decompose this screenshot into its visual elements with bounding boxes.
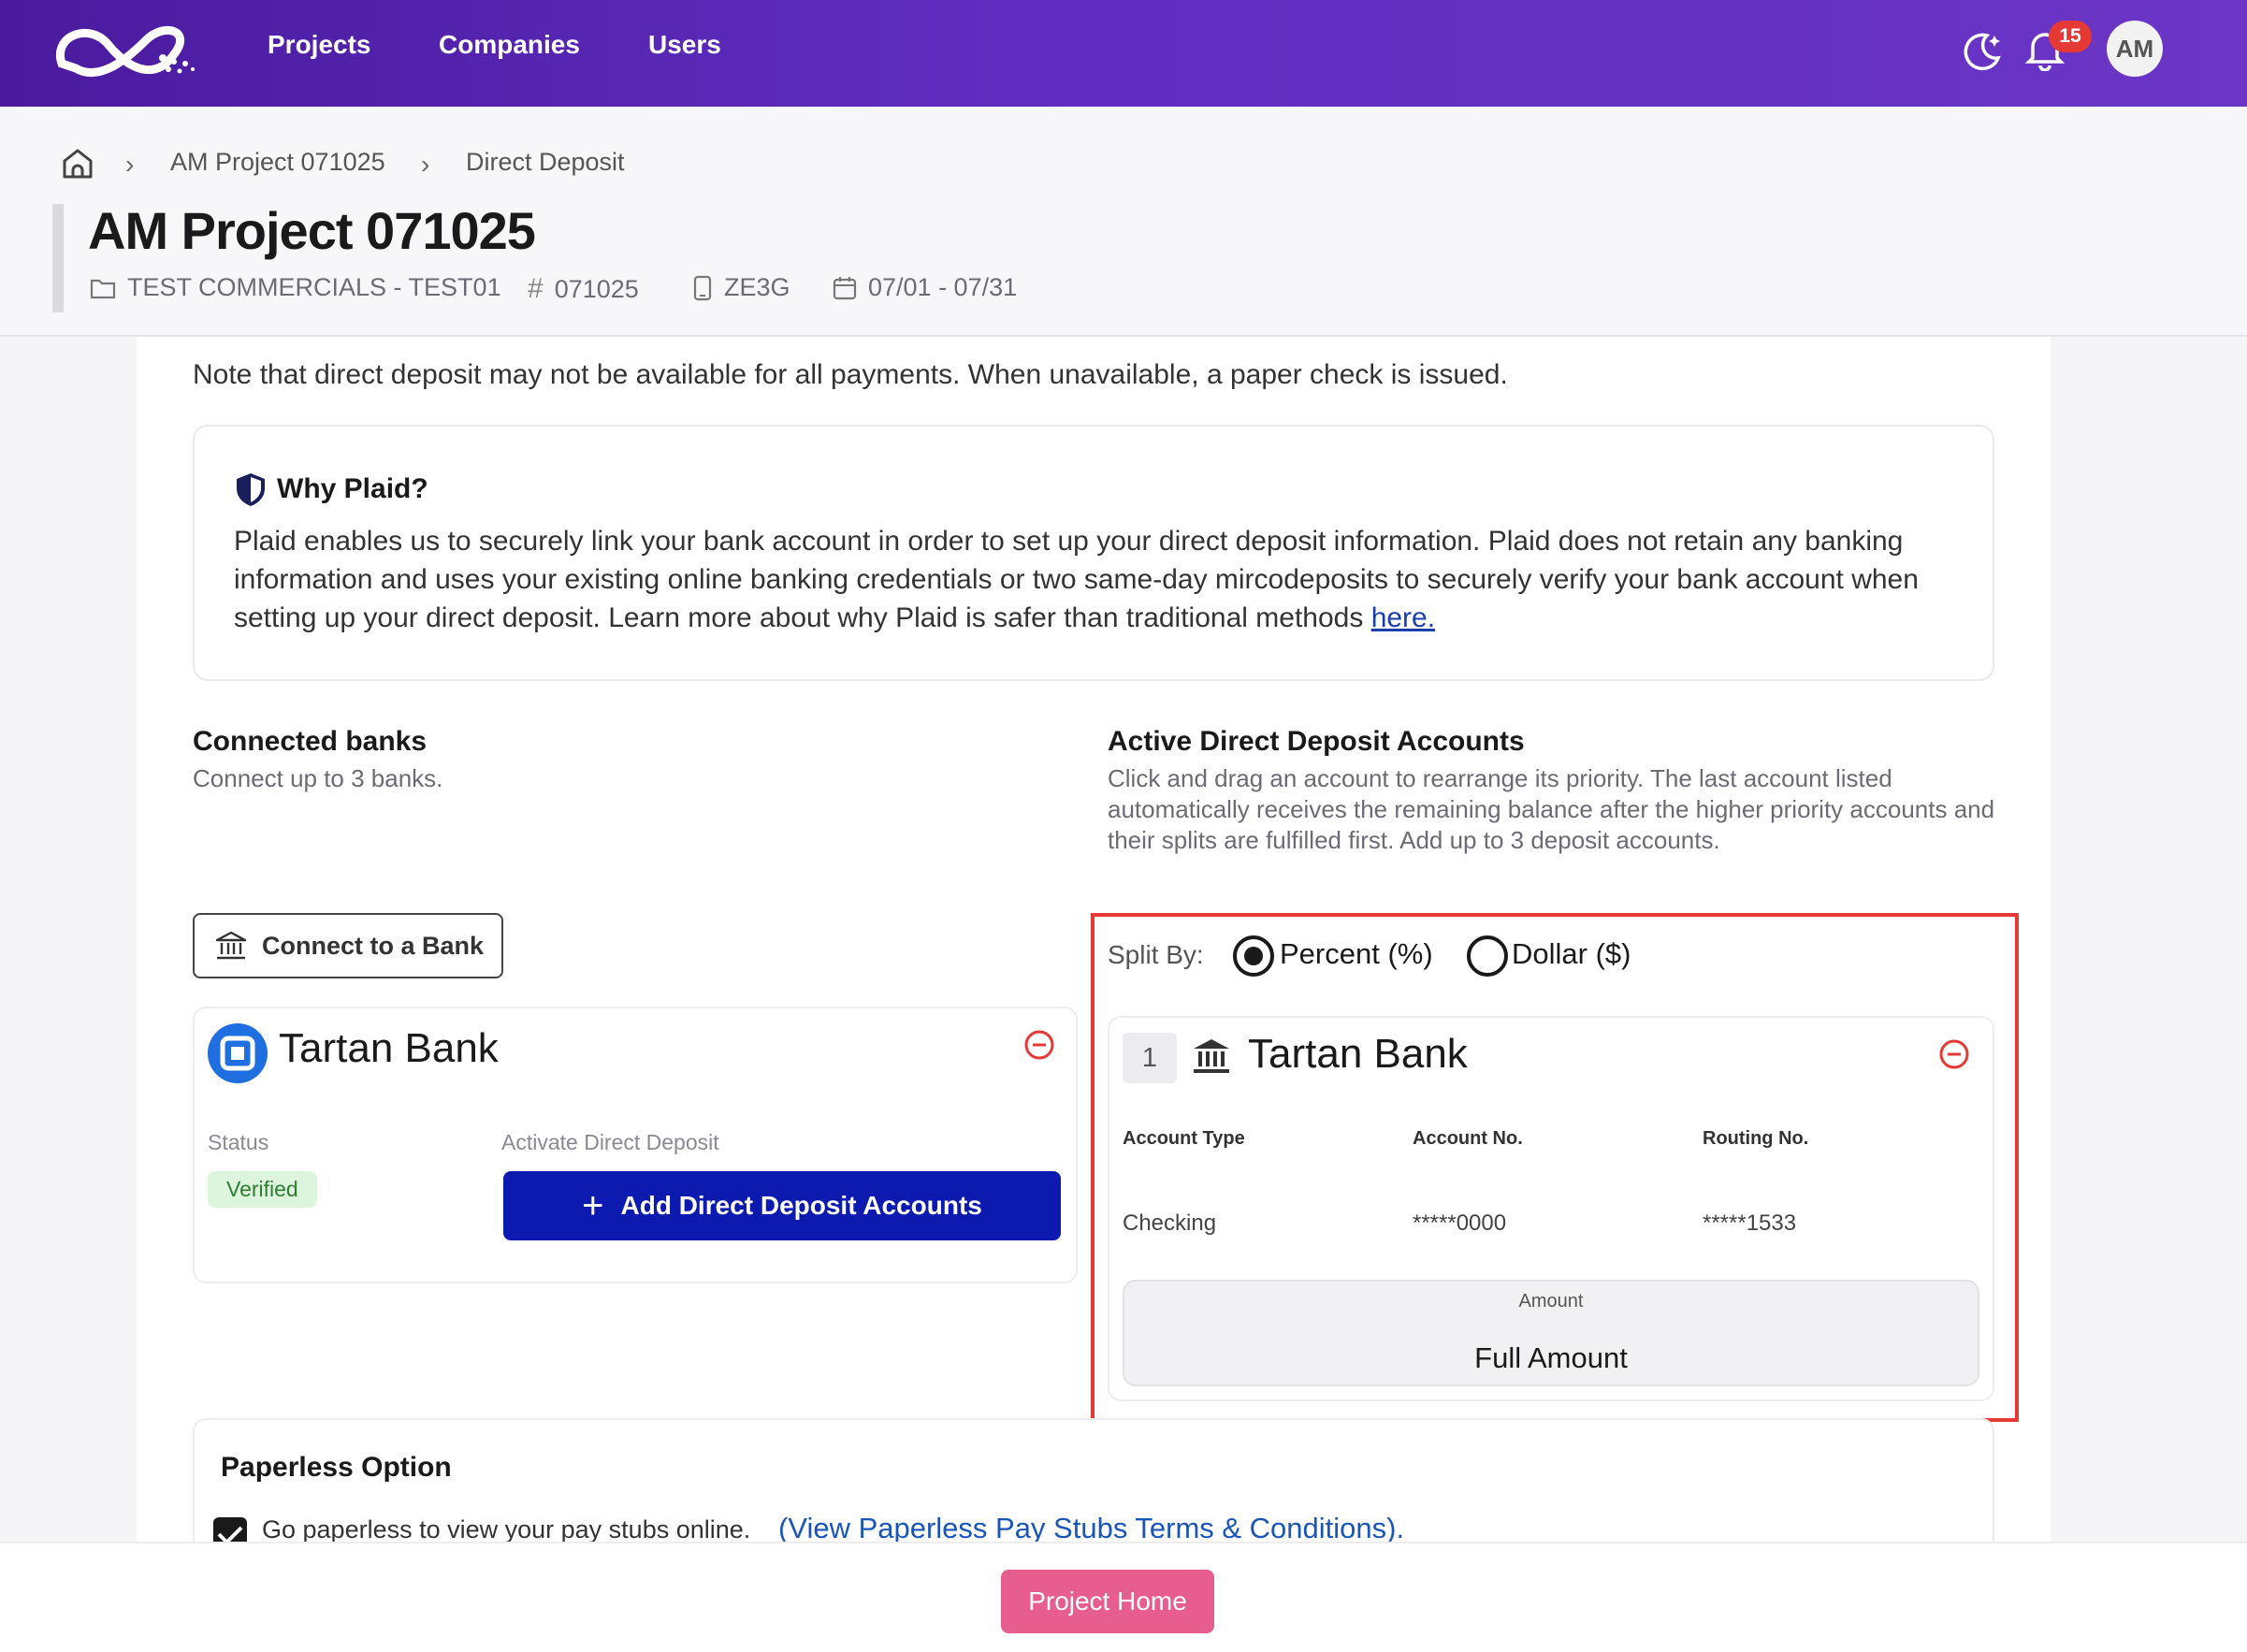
connect-bank-label: Connect to a Bank xyxy=(262,931,485,960)
remove-circle-icon[interactable] xyxy=(1023,1029,1055,1061)
add-direct-deposit-button[interactable]: + Add Direct Deposit Accounts xyxy=(503,1171,1061,1240)
connected-banks-title: Connected banks xyxy=(193,726,428,757)
why-plaid-text: Plaid enables us to securely link your b… xyxy=(234,522,1974,637)
breadcrumb-project[interactable]: AM Project 071025 xyxy=(170,148,385,177)
connected-banks-subtitle: Connect up to 3 banks. xyxy=(193,764,443,792)
deposit-bank-name: Tartan Bank xyxy=(1248,1031,1468,1077)
calendar-icon xyxy=(833,276,857,299)
title-accent-bar xyxy=(52,204,64,312)
breadcrumb-current: Direct Deposit xyxy=(466,148,625,176)
meta-code: ZE3G xyxy=(692,273,790,302)
avatar[interactable]: AM xyxy=(2107,21,2163,77)
moon-icon[interactable] xyxy=(1959,28,2004,73)
active-accounts-title: Active Direct Deposit Accounts xyxy=(1108,726,1525,757)
paperless-terms-link[interactable]: (View Paperless Pay Stubs Terms & Condit… xyxy=(778,1512,1404,1545)
company-logo[interactable] xyxy=(52,17,202,86)
paperless-title: Paperless Option xyxy=(221,1452,452,1483)
project-home-button[interactable]: Project Home xyxy=(1001,1570,1214,1633)
status-label: Status xyxy=(208,1130,269,1154)
why-plaid-body: Plaid enables us to securely link your b… xyxy=(234,526,1919,633)
bank-icon xyxy=(215,931,247,960)
meta-number: # 071025 xyxy=(528,273,639,305)
meta-company-text: TEST COMMERCIALS - TEST01 xyxy=(127,273,501,301)
status-badge: Verified xyxy=(208,1171,317,1208)
hash-icon: # xyxy=(528,273,544,304)
header-account-no: Account No. xyxy=(1413,1128,1523,1149)
bank-icon xyxy=(1194,1039,1229,1073)
meta-dates: 07/01 - 07/31 xyxy=(833,273,1017,302)
meta-dates-text: 07/01 - 07/31 xyxy=(868,273,1018,301)
why-plaid-link[interactable]: here. xyxy=(1371,602,1435,633)
folder-icon xyxy=(90,279,116,298)
priority-number: 1 xyxy=(1123,1033,1177,1083)
remove-circle-icon[interactable] xyxy=(1938,1038,1970,1070)
meta-company: TEST COMMERCIALS - TEST01 xyxy=(90,273,501,302)
meta-code-text: ZE3G xyxy=(724,273,790,301)
header-account-type: Account Type xyxy=(1123,1128,1245,1149)
header-routing-no: Routing No. xyxy=(1703,1128,1809,1149)
home-icon[interactable] xyxy=(60,146,95,181)
split-by-label: Split By: xyxy=(1108,940,1204,969)
meta-number-text: 071025 xyxy=(554,274,639,303)
plus-icon: + xyxy=(582,1185,604,1226)
amount-label: Amount xyxy=(1518,1291,1584,1311)
activate-label: Activate Direct Deposit xyxy=(501,1130,719,1154)
radio-dollar[interactable] xyxy=(1467,935,1508,977)
value-routing-no: *****1533 xyxy=(1703,1210,1797,1236)
radio-percent[interactable] xyxy=(1233,935,1274,977)
active-accounts-subtitle: Click and drag an account to rearrange i… xyxy=(1108,764,1995,854)
radio-dollar-label[interactable]: Dollar ($) xyxy=(1512,937,1631,971)
connect-bank-button[interactable]: Connect to a Bank xyxy=(193,913,503,978)
notification-badge: 15 xyxy=(2049,21,2092,52)
amount-value: Full Amount xyxy=(1474,1341,1628,1374)
device-icon xyxy=(693,275,712,300)
connected-bank-name: Tartan Bank xyxy=(279,1025,499,1071)
add-direct-deposit-label: Add Direct Deposit Accounts xyxy=(620,1191,982,1220)
deposit-note: Note that direct deposit may not be avai… xyxy=(193,359,1508,390)
chevron-right-icon: › xyxy=(421,150,430,179)
nav-companies[interactable]: Companies xyxy=(439,30,580,60)
value-account-no: *****0000 xyxy=(1413,1210,1507,1236)
tartan-bank-logo xyxy=(208,1023,268,1083)
radio-percent-label[interactable]: Percent (%) xyxy=(1280,937,1433,971)
nav-users[interactable]: Users xyxy=(648,30,721,60)
page-title: AM Project 071025 xyxy=(88,201,536,260)
paperless-text: Go paperless to view your pay stubs onli… xyxy=(262,1515,751,1543)
shield-icon xyxy=(237,473,265,506)
value-account-type: Checking xyxy=(1123,1210,1217,1236)
why-plaid-title: Why Plaid? xyxy=(277,473,428,504)
nav-projects[interactable]: Projects xyxy=(268,30,371,60)
chevron-right-icon: › xyxy=(125,150,135,179)
